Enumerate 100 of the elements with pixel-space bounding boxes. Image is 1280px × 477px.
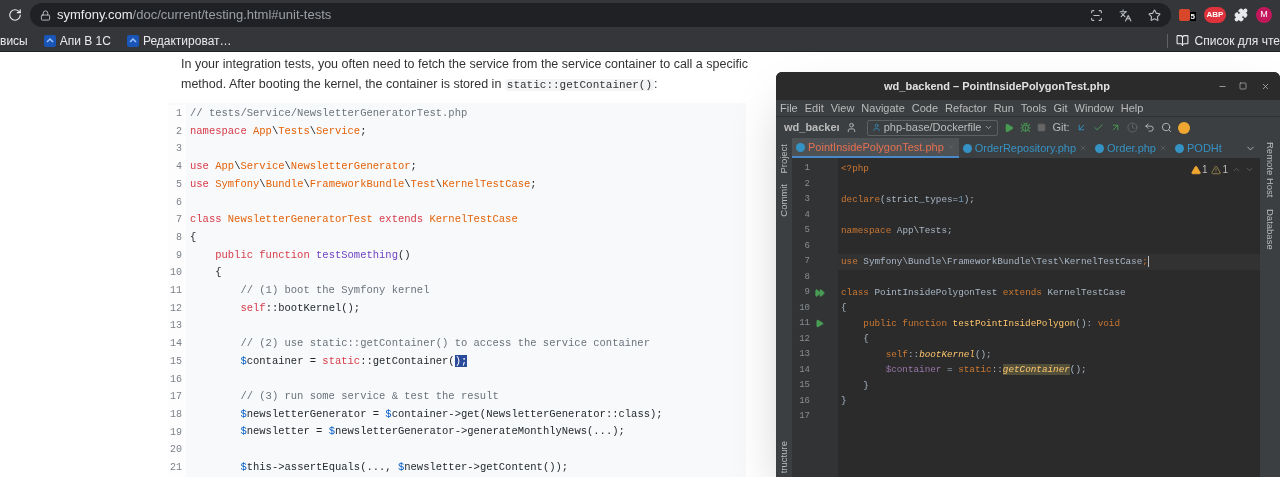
bookmark-item[interactable]: Апи В 1С [35,31,119,50]
code-line: self::bootKernel(); [884,347,992,362]
editor-tab[interactable]: Order.php [1091,138,1171,158]
code-line: { [190,229,198,245]
undo-icon[interactable] [1143,122,1155,133]
reload-icon[interactable] [8,8,22,22]
adblock-icon[interactable]: ABP [1204,7,1226,23]
run-config-dropdown[interactable]: php-base/Dockerfile [866,119,999,136]
warning-count[interactable]: 1 [1211,162,1228,177]
debug-icon[interactable] [1020,122,1032,133]
tool-window-tab[interactable]: Project [776,144,792,174]
double-run-icon[interactable] [815,287,825,298]
code-line: namespace App\Tests\Service; [190,123,368,139]
extension-badge: 5 [1189,12,1196,21]
translate-icon[interactable] [1118,8,1132,22]
line-number: 20 [170,443,182,458]
tool-window-tab[interactable]: Database [1262,209,1278,251]
code-line: class PointInsidePolygonTest extends KernelTestCase [841,285,1126,300]
code-line: use Symfony\Bundle\FrameworkBundle\Test\KernelTestCase; [841,254,1149,269]
code-line: $newsletterGenerator = $container->get(NewsletterGenerator::class); [239,406,663,422]
commit-check-icon[interactable] [1092,122,1104,133]
menu-item[interactable]: Code [911,99,939,117]
code-line: } [862,378,869,393]
previous-icon[interactable] [1232,165,1241,174]
bookmark-item[interactable]: висы [0,31,36,50]
site-icon [43,34,56,47]
qr-code-icon[interactable] [1089,8,1103,22]
code-line: { [214,265,223,281]
search-icon[interactable] [1160,122,1172,133]
code-line: // (3) run some service & test the result [239,389,500,404]
line-number: 9 [176,248,182,263]
code-line: use Symfony\Bundle\FrameworkBundle\Test\KernelTestCase; [190,176,538,192]
line-number: 3 [803,193,810,206]
address-bar[interactable]: symfony.com/doc/current/testing.html#unit-tests [30,3,1171,27]
line-number: 21 [170,461,182,476]
line-number: 2 [176,124,182,139]
menu-item[interactable]: Git [1053,99,1068,117]
code-line: class NewsletterGeneratorTest extends KernelTestCase [190,212,519,228]
user-icon [871,123,881,132]
caret-icon [984,123,994,132]
menu-item[interactable]: Refactor [945,99,987,117]
menu-item[interactable]: View [830,99,855,117]
lock-icon [40,9,51,21]
menu-item[interactable]: Run [993,99,1014,117]
maximize-icon[interactable] [1239,82,1247,90]
editor-tab[interactable]: OrderRepository.php [958,138,1092,158]
line-number: 16 [798,394,810,408]
reading-list-link[interactable]: Список для чте [1194,31,1280,50]
inline-code: static::getContainer() [504,79,655,91]
menu-item[interactable]: Window [1074,99,1114,117]
editor-tab[interactable]: PODHt [1171,138,1226,158]
menu-item[interactable]: Tools [1020,99,1047,117]
line-number: 5 [803,224,810,237]
warning-count[interactable]: 1 [1190,162,1208,177]
line-number: 8 [803,270,810,284]
line-number: 14 [170,337,182,352]
bookmark-star-icon[interactable] [1147,8,1161,22]
line-number: 11 [798,317,810,330]
line-number: 17 [798,410,810,423]
code-line: // (1) boot the Symfony kernel [239,282,431,298]
line-number: 13 [170,319,182,334]
tool-window-tab[interactable]: Commit [776,183,792,217]
code-line: use App\Service\NewsletterGenerator; [190,159,418,175]
git-label: Git: [1052,120,1070,136]
line-number: 9 [803,286,810,299]
code-line: } [841,394,847,409]
reading-list-icon[interactable] [1175,34,1189,47]
line-number: 12 [170,301,182,316]
code-line: // tests/Service/NewsletterGeneratorTest.php [190,106,469,121]
history-icon[interactable] [1126,122,1138,133]
menu-item[interactable]: Navigate [861,99,905,117]
line-number: 4 [176,160,182,175]
menu-item[interactable]: Help [1120,99,1144,117]
line-number: 5 [176,177,182,192]
code-line: { [841,301,847,316]
menu-item[interactable]: File [780,99,798,117]
extension-icon[interactable] [1178,9,1190,21]
code-line: $this->assertEquals(..., $newsletter->getContent()); [239,459,570,475]
line-number: 16 [170,372,182,387]
line-number: 7 [176,213,182,228]
code-line: namespace App\Tests; [841,223,953,238]
line-number: 3 [176,142,182,157]
run-icon[interactable] [1004,122,1015,133]
project-name[interactable]: wd_backeı [784,119,840,136]
code-line: public function testSomething() [214,247,412,263]
close-icon[interactable] [1261,81,1270,91]
profile-avatar[interactable]: M [1256,7,1272,23]
line-number: 19 [170,425,182,440]
stop-icon[interactable] [1037,123,1047,132]
tool-window-tab[interactable]: tructure [776,440,792,473]
extensions-icon[interactable] [1234,8,1248,22]
line-number: 10 [170,266,182,281]
line-number: 4 [803,208,810,222]
bookmark-item[interactable]: Редактироват… [118,31,240,50]
tool-window-tab[interactable]: Remote Host [1262,142,1278,198]
next-icon[interactable] [1245,165,1254,174]
run-icon[interactable] [815,319,824,329]
menu-item[interactable]: Edit [804,99,824,117]
line-number: 8 [176,230,182,245]
user-icon[interactable] [845,122,857,133]
